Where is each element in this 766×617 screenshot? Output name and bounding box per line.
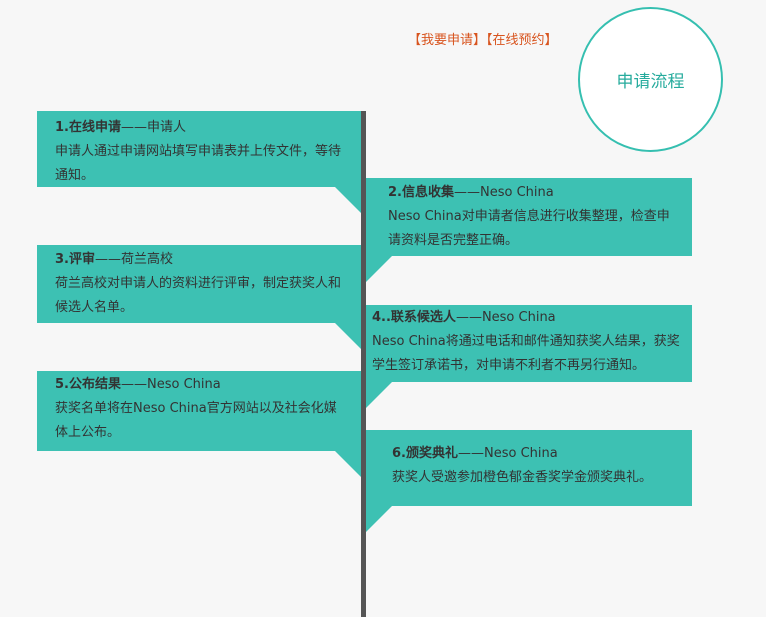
step-6-title: 6.颁奖典礼 <box>392 446 458 461</box>
step-2-title: 2.信息收集 <box>388 185 454 200</box>
step-3-desc: 荷兰高校对申请人的资料进行评审，制定获奖人和候选人名单。 <box>55 276 342 315</box>
step-3-title: 3.评审 <box>55 252 95 267</box>
step-1-tail <box>335 187 361 213</box>
step-2-tail <box>366 256 392 282</box>
step-4-tail <box>366 382 392 408</box>
step-3-box: 3.评审——荷兰高校 荷兰高校对申请人的资料进行评审，制定获奖人和候选人名单。 <box>37 245 361 323</box>
step-4-box: 4..联系候选人——Neso China Neso China将通过电话和邮件通… <box>366 305 692 382</box>
step-2-box: 2.信息收集——Neso China Neso China对申请者信息进行收集整… <box>366 178 692 256</box>
step-2-role: ——Neso China <box>453 185 554 200</box>
step-2-desc: Neso China对申请者信息进行收集整理，检查申请资料是否完整正确。 <box>388 209 670 248</box>
step-4-desc: Neso China将通过电话和邮件通知获奖人结果，获奖学生签订承诺书，对申请不… <box>372 334 680 373</box>
step-6-box: 6.颁奖典礼——Neso China 获奖人受邀参加橙色郁金香奖学金颁奖典礼。 <box>366 430 692 506</box>
step-4-title: 4..联系候选人 <box>372 310 456 325</box>
step-1-desc: 申请人通过申请网站填写申请表并上传文件，等待通知。 <box>55 144 342 183</box>
apply-link[interactable]: 【我要申请】 <box>408 33 486 48</box>
process-title: 申请流程 <box>616 72 685 92</box>
step-5-role: ——Neso China <box>120 377 221 392</box>
step-6-tail <box>366 506 392 532</box>
step-6-desc: 获奖人受邀参加橙色郁金香奖学金颁奖典礼。 <box>392 470 653 485</box>
step-1-role: ——申请人 <box>120 120 186 135</box>
step-5-tail <box>335 451 361 477</box>
top-links: 【我要申请】【在线预约】 <box>408 29 558 48</box>
step-5-desc: 获奖名单将在Neso China官方网站以及社会化媒体上公布。 <box>55 401 337 440</box>
process-circle: 申请流程 <box>578 7 723 152</box>
step-4-role: ——Neso China <box>455 310 556 325</box>
step-3-role: ——荷兰高校 <box>94 252 173 267</box>
step-1-title: 1.在线申请 <box>55 120 121 135</box>
step-5-box: 5.公布结果——Neso China 获奖名单将在Neso China官方网站以… <box>37 371 361 451</box>
booking-link[interactable]: 【在线预约】 <box>486 33 558 48</box>
step-3-tail <box>335 323 361 349</box>
step-1-box: 1.在线申请——申请人 申请人通过申请网站填写申请表并上传文件，等待通知。 <box>37 111 361 187</box>
step-6-role: ——Neso China <box>457 446 558 461</box>
step-5-title: 5.公布结果 <box>55 377 121 392</box>
